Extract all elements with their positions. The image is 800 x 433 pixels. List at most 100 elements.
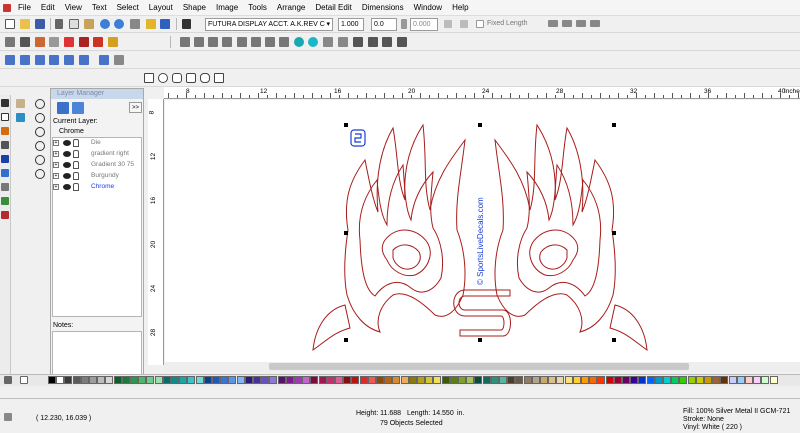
expand-icon[interactable]: + (53, 140, 59, 146)
print-icon[interactable] (130, 19, 140, 29)
expand-icon[interactable]: + (53, 162, 59, 168)
color-swatch[interactable] (433, 376, 442, 384)
node-add-icon[interactable] (194, 37, 204, 47)
color-swatch[interactable] (392, 376, 401, 384)
color-swatch[interactable] (64, 376, 73, 384)
node-corner-icon[interactable] (265, 37, 275, 47)
node-break-icon[interactable] (222, 37, 232, 47)
color-swatch[interactable] (318, 376, 327, 384)
pen-tool-icon[interactable] (1, 127, 9, 135)
color-swatch[interactable] (343, 376, 352, 384)
handle-tr[interactable] (612, 123, 616, 127)
color-swatch[interactable] (48, 376, 56, 384)
color-swatch[interactable] (704, 376, 712, 384)
context-help-icon[interactable] (160, 19, 170, 29)
text-tool-icon[interactable] (1, 99, 9, 107)
rounded-rect-icon[interactable] (200, 73, 210, 83)
color-swatch[interactable] (638, 376, 647, 384)
color-swatch[interactable] (212, 376, 220, 384)
color-swatch[interactable] (302, 376, 311, 384)
width-icon[interactable] (460, 20, 468, 28)
color-swatch[interactable] (671, 376, 680, 384)
color-swatch[interactable] (622, 376, 630, 384)
color-swatch[interactable] (171, 376, 179, 384)
cut-icon[interactable] (55, 19, 63, 29)
align-top-icon[interactable] (5, 55, 15, 65)
image-tool-icon[interactable] (1, 197, 9, 205)
horizontal-scrollbar[interactable] (164, 362, 800, 372)
copy-icon[interactable] (69, 19, 79, 29)
color-swatch[interactable] (761, 376, 770, 384)
color-swatch[interactable] (285, 376, 294, 384)
handle-bm[interactable] (478, 338, 482, 342)
fixed-length-checkbox[interactable] (476, 20, 484, 28)
color-swatch[interactable] (408, 376, 417, 384)
undo-icon[interactable] (100, 19, 110, 29)
text-tool-icon[interactable] (182, 19, 191, 29)
menu-view[interactable]: View (60, 0, 87, 16)
lock-icon[interactable] (73, 139, 79, 147)
color-swatch[interactable] (523, 376, 532, 384)
zoom-fit-icon[interactable] (35, 141, 45, 151)
no-color-icon[interactable] (20, 376, 28, 384)
color-swatch[interactable] (605, 376, 614, 384)
color-swatch[interactable] (482, 376, 491, 384)
palette-options-icon[interactable] (4, 376, 12, 384)
color-swatch[interactable] (490, 376, 499, 384)
paint-icon[interactable] (108, 37, 118, 47)
tangent-icon[interactable] (16, 113, 25, 122)
color-swatch[interactable] (441, 376, 450, 384)
align-justify-icon[interactable] (590, 20, 600, 27)
zoom-in-icon[interactable] (35, 113, 45, 123)
expand-icon[interactable]: + (53, 173, 59, 179)
redo-icon[interactable] (114, 19, 124, 29)
notes-field[interactable] (52, 331, 142, 375)
eye-icon[interactable] (63, 173, 71, 179)
color-swatch[interactable] (130, 376, 138, 384)
color-swatch[interactable] (269, 376, 278, 384)
color-swatch[interactable] (72, 376, 81, 384)
mask-icon[interactable] (93, 37, 103, 47)
eye-icon[interactable] (63, 184, 71, 190)
color-swatch[interactable] (712, 376, 721, 384)
color-swatch[interactable] (630, 376, 639, 384)
color-swatch[interactable] (89, 376, 97, 384)
color-swatch[interactable] (80, 376, 89, 384)
menu-file[interactable]: File (13, 0, 36, 16)
color-swatch[interactable] (351, 376, 360, 384)
menu-dimensions[interactable]: Dimensions (357, 0, 409, 16)
color-swatch[interactable] (376, 376, 384, 384)
color-swatch[interactable] (474, 376, 483, 384)
knife-tool-icon[interactable] (1, 211, 9, 219)
char-spacing-field[interactable]: 0.0 (371, 18, 397, 31)
rectangle-tool-icon[interactable] (1, 113, 9, 121)
expand-icon[interactable]: + (53, 151, 59, 157)
color-swatch[interactable] (310, 376, 319, 384)
scroll-thumb[interactable] (269, 363, 689, 370)
handle-tm[interactable] (478, 123, 482, 127)
menu-window[interactable]: Window (409, 0, 447, 16)
align-center-icon[interactable] (562, 20, 572, 27)
eye-icon[interactable] (63, 151, 71, 157)
menu-image[interactable]: Image (211, 0, 243, 16)
color-swatch[interactable] (335, 376, 343, 384)
handle-br[interactable] (612, 338, 616, 342)
color-swatch[interactable] (162, 376, 171, 384)
fill-tool-icon[interactable] (1, 169, 9, 177)
layer-row[interactable]: + Gradient 30 75 (53, 160, 141, 170)
color-swatch[interactable] (121, 376, 130, 384)
merge-icon[interactable] (338, 37, 348, 47)
menu-help[interactable]: Help (447, 0, 473, 16)
lock-icon[interactable] (73, 172, 79, 180)
menu-text[interactable]: Text (87, 0, 112, 16)
color-swatch[interactable] (138, 376, 147, 384)
hexagon-icon[interactable] (186, 73, 196, 83)
color-swatch[interactable] (179, 376, 188, 384)
lock-icon[interactable] (114, 55, 124, 65)
color-swatch[interactable] (540, 376, 548, 384)
arc-text-icon[interactable] (444, 20, 452, 28)
color-swatch[interactable] (449, 376, 458, 384)
color-swatch[interactable] (195, 376, 204, 384)
color-swatch[interactable] (654, 376, 663, 384)
color-swatch[interactable] (154, 376, 163, 384)
